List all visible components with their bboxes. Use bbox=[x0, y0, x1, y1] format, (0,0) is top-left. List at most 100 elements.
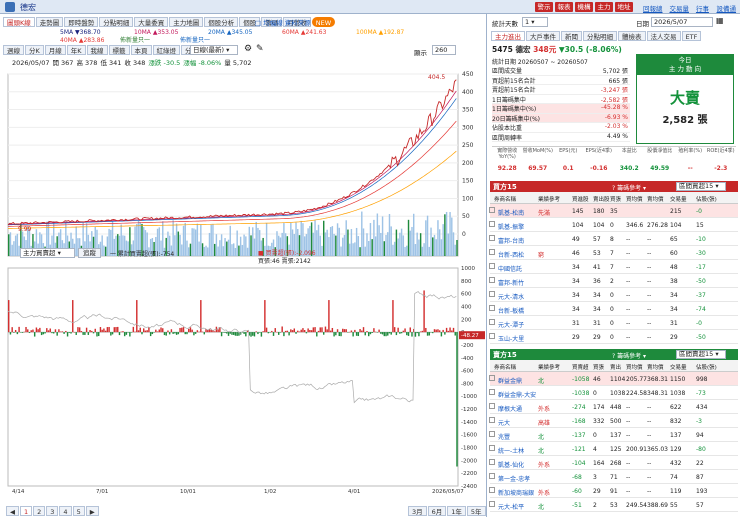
row-checkbox[interactable] bbox=[489, 403, 495, 409]
broker-row[interactable]: 台新-板橋 34 34 0 -- -- 34 -74 bbox=[489, 302, 738, 316]
tool-tab-5[interactable]: 標籤 bbox=[108, 45, 130, 55]
tab-chart-2[interactable]: 分點明細 bbox=[99, 17, 134, 27]
broker-row[interactable]: 元大-松平 北 -51 2 53 249.54 388.69 55 57 bbox=[489, 498, 738, 512]
broker-row[interactable]: 富邦-新竹 34 36 2 -- -- 38 -50 bbox=[489, 274, 738, 288]
col-header[interactable]: 業績參考 bbox=[538, 195, 560, 203]
indicator-select[interactable]: 主力買賣超 ▾ bbox=[20, 248, 75, 258]
period-button[interactable]: 1年 bbox=[447, 506, 466, 516]
broker-row[interactable]: 台新-西松 窮 46 53 7 -- -- 60 -30 bbox=[489, 246, 738, 260]
broker-tab-1[interactable]: 大戶事件 bbox=[526, 31, 560, 41]
pager-page[interactable]: 5 bbox=[72, 506, 85, 516]
tool-tab-2[interactable]: 月線 bbox=[44, 45, 66, 55]
row-checkbox[interactable] bbox=[489, 319, 495, 325]
row-checkbox[interactable] bbox=[489, 277, 495, 283]
date-input[interactable]: 2026/5/07 bbox=[651, 17, 713, 27]
col-header[interactable]: 買均價 bbox=[626, 363, 643, 371]
row-checkbox[interactable] bbox=[489, 207, 495, 213]
calendar-icon[interactable]: ▦ bbox=[716, 16, 724, 25]
row-checkbox[interactable] bbox=[489, 459, 495, 465]
row-checkbox[interactable] bbox=[489, 291, 495, 297]
broker-row[interactable]: 統一-土林 北 -121 4 125 200.91 365.03 129 -80 bbox=[489, 442, 738, 456]
broker-row[interactable]: 元大-潭子 31 31 0 -- -- 31 -0 bbox=[489, 316, 738, 330]
broker-row[interactable]: 元大-清水 34 34 0 -- -- 34 -37 bbox=[489, 288, 738, 302]
tool-tab-4[interactable]: 我線 bbox=[86, 45, 108, 55]
buy-range-select[interactable]: 區間買超15 ▾ bbox=[676, 182, 726, 191]
tool-tab-1[interactable]: 分K bbox=[25, 45, 44, 55]
row-checkbox[interactable] bbox=[489, 431, 495, 437]
top-button-0[interactable]: 警示 bbox=[535, 2, 553, 12]
col-header[interactable]: 佔股(張) bbox=[696, 363, 717, 371]
col-header[interactable]: 買張 bbox=[610, 195, 621, 203]
pager-page[interactable]: 1 bbox=[20, 506, 33, 516]
broker-row[interactable]: 摩根大通 外系 -274 174 448 -- -- 622 434 bbox=[489, 400, 738, 414]
tab-chart-1[interactable]: 即時盤勢 bbox=[64, 17, 99, 27]
broker-row[interactable]: 玉山-大里 29 29 0 -- -- 29 -50 bbox=[489, 330, 738, 344]
col-header[interactable]: 賣均價 bbox=[647, 195, 664, 203]
row-checkbox[interactable] bbox=[489, 473, 495, 479]
tab-chart-5[interactable]: 個股分析 bbox=[204, 17, 239, 27]
row-checkbox[interactable] bbox=[489, 333, 495, 339]
broker-row[interactable]: 凱基-仙化 外系 -104 164 268 -- -- 432 22 bbox=[489, 456, 738, 470]
col-header[interactable]: 買張 bbox=[593, 363, 604, 371]
col-header[interactable]: 券商名稱 bbox=[494, 363, 516, 371]
col-header[interactable]: 買進股 bbox=[572, 195, 589, 203]
broker-row[interactable]: 群益金鼎-大安 -1038 0 1038 224.58 348.31 1038 -73 bbox=[489, 386, 738, 400]
price-chart[interactable]: 450 400 350 300 250 200 150 100 50 0 404.5 9.99 bbox=[0, 66, 487, 261]
broker-tab-4[interactable]: 體檢表 bbox=[618, 31, 646, 41]
col-header[interactable]: 買均價 bbox=[626, 195, 643, 203]
tool-tab-3[interactable]: 年K bbox=[66, 45, 86, 55]
row-checkbox[interactable] bbox=[489, 501, 495, 507]
period-button[interactable]: 5年 bbox=[466, 506, 486, 516]
top-button-2[interactable]: 機構 bbox=[575, 2, 593, 12]
row-checkbox[interactable] bbox=[489, 417, 495, 423]
row-checkbox[interactable] bbox=[489, 375, 495, 381]
col-header[interactable]: 券商名稱 bbox=[494, 195, 516, 203]
pager-page[interactable]: 3 bbox=[46, 506, 59, 516]
row-checkbox[interactable] bbox=[489, 221, 495, 227]
row-checkbox[interactable] bbox=[489, 235, 495, 241]
broker-row[interactable]: 群益金鼎 北 -1058 46 1104 205.77 368.31 1150 998 bbox=[489, 372, 738, 386]
track-button[interactable]: 追蹤 bbox=[78, 248, 101, 258]
tab-active-chart[interactable]: 圖頭K線 bbox=[3, 17, 35, 27]
broker-row[interactable]: 兆豐 北 -137 0 137 -- -- 137 94 bbox=[489, 428, 738, 442]
pager-next[interactable]: ▶ bbox=[85, 506, 99, 516]
legend-source-link[interactable]: □ 均幅線 資料來源 bbox=[255, 17, 311, 27]
broker-tab-5[interactable]: 法人交易 bbox=[646, 31, 681, 41]
tool-tab-7[interactable]: 紅綠燈 bbox=[152, 45, 181, 55]
pager-page[interactable]: 4 bbox=[59, 506, 72, 516]
row-checkbox[interactable] bbox=[489, 263, 495, 269]
col-header[interactable]: 交易量 bbox=[670, 363, 687, 371]
broker-row[interactable]: 凱基-松南 先滿 145 180 35 215 -0 bbox=[489, 204, 738, 218]
col-header[interactable]: 賣均價 bbox=[647, 363, 664, 371]
col-header[interactable]: 買賣超 bbox=[572, 363, 589, 371]
row-checkbox[interactable] bbox=[489, 445, 495, 451]
sell-filter[interactable]: ? 籌碼參考 ▾ bbox=[612, 351, 646, 360]
tab-chart-4[interactable]: 主力地圖 bbox=[169, 17, 204, 27]
buysell-chart[interactable]: 10008006004002000-200-400-600-800-1000-1… bbox=[0, 262, 487, 494]
broker-row[interactable]: 中國信託 34 41 7 -- -- 48 -17 bbox=[489, 260, 738, 274]
broker-tab-0[interactable]: 主力進出 bbox=[491, 31, 525, 41]
top-button-4[interactable]: 地址 bbox=[615, 2, 633, 12]
col-header[interactable]: 交易量 bbox=[670, 195, 687, 203]
broker-tab-3[interactable]: 分點明細 bbox=[583, 31, 617, 41]
pager-page[interactable]: 2 bbox=[33, 506, 46, 516]
row-checkbox[interactable] bbox=[489, 389, 495, 395]
buy-filter[interactable]: ? 籌碼參考 ▾ bbox=[612, 183, 646, 192]
broker-tab-6[interactable]: ETF bbox=[681, 31, 702, 41]
col-header[interactable]: 賣出股 bbox=[593, 195, 610, 203]
top-button-1[interactable]: 報表 bbox=[555, 2, 573, 12]
broker-row[interactable]: 第一金-忠孝 -68 3 71 -- -- 74 87 bbox=[489, 470, 738, 484]
broker-row[interactable]: 凱基-振擎 104 104 0 346.6 276.28 104 15 bbox=[489, 218, 738, 232]
broker-row[interactable]: 富邦-台南 49 57 8 -- -- 65 -10 bbox=[489, 232, 738, 246]
col-header[interactable]: 賣出 bbox=[610, 363, 621, 371]
row-checkbox[interactable] bbox=[489, 249, 495, 255]
col-header[interactable]: 業績參考 bbox=[538, 363, 560, 371]
row-checkbox[interactable] bbox=[489, 487, 495, 493]
pager-prev[interactable]: ◀ bbox=[6, 506, 19, 516]
tool-tab-6[interactable]: 本頁 bbox=[130, 45, 152, 55]
top-button-3[interactable]: 主力 bbox=[595, 2, 613, 12]
period-button[interactable]: 6月 bbox=[427, 506, 447, 516]
broker-tab-2[interactable]: 新聞 bbox=[561, 31, 582, 41]
tab-chart-0[interactable]: 走勢圖 bbox=[35, 17, 64, 27]
tab-chart-3[interactable]: 大量委買 bbox=[134, 17, 169, 27]
